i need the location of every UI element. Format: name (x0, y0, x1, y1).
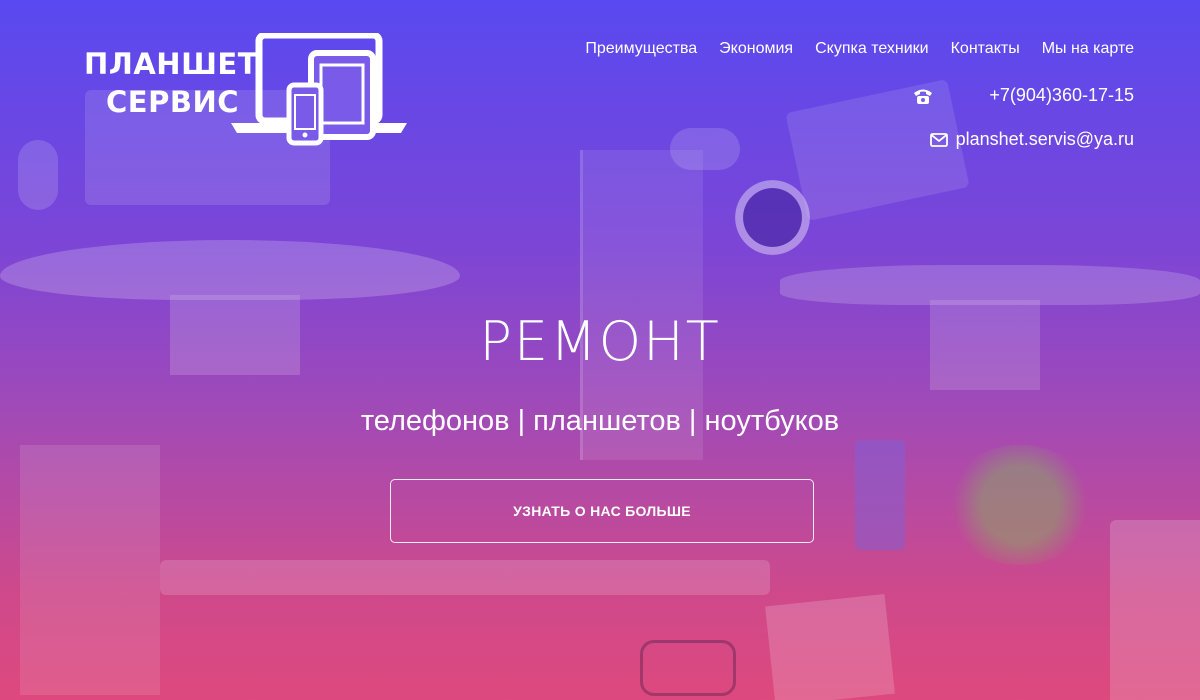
mail-icon (929, 132, 948, 147)
learn-more-button[interactable]: УЗНАТЬ О НАС БОЛЬШЕ (390, 479, 814, 543)
phone-icon (912, 87, 934, 105)
hero-subtitle: телефонов | планшетов | ноутбуков (360, 405, 840, 437)
site-logo[interactable]: ПЛАНШЕТ СЕРВИС (84, 33, 414, 148)
nav-item-advantages[interactable]: Преимущества (585, 40, 697, 58)
phone-contact[interactable]: +7(904)360-17-15 (912, 85, 1134, 106)
nav-item-map[interactable]: Мы на карте (1042, 40, 1134, 58)
nav-item-contacts[interactable]: Контакты (951, 40, 1020, 58)
main-nav: Преимущества Экономия Скупка техники Кон… (585, 40, 1134, 58)
nav-item-buyback[interactable]: Скупка техники (815, 40, 929, 58)
email-address: planshet.servis@ya.ru (955, 129, 1134, 149)
nav-item-savings[interactable]: Экономия (719, 40, 793, 58)
phone-number: +7(904)360-17-15 (989, 85, 1134, 105)
hero-title: РЕМОНТ (479, 310, 721, 373)
devices-icon (231, 33, 407, 146)
hero-section: ПЛАНШЕТ СЕРВИС Преимущества Экономия Ску… (0, 0, 1200, 700)
email-contact[interactable]: planshet.servis@ya.ru (929, 129, 1134, 150)
